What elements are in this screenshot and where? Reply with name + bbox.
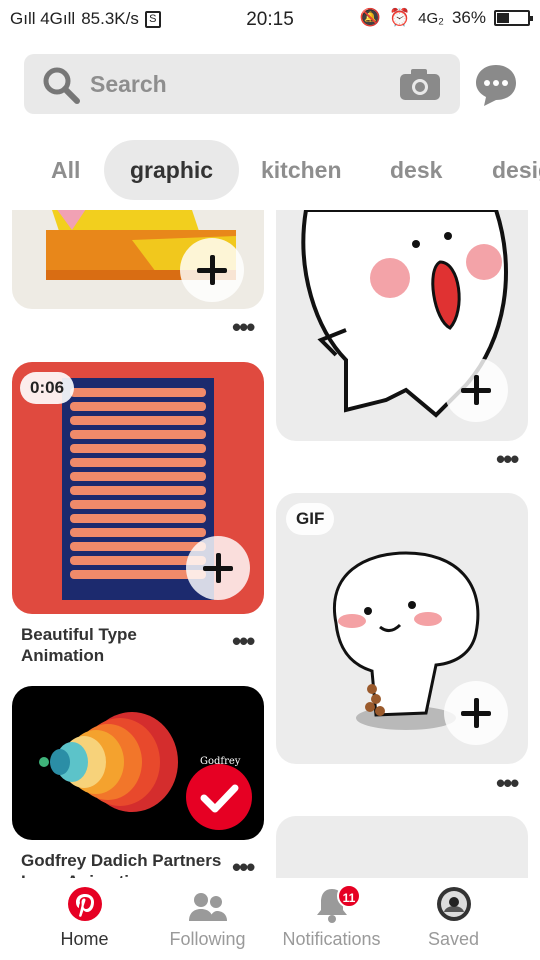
more-options-button[interactable]: ••• xyxy=(232,628,255,654)
more-options-button[interactable]: ••• xyxy=(496,446,519,472)
nav-following-label: Following xyxy=(169,929,246,949)
tab-all[interactable]: All xyxy=(51,140,80,200)
alarm-icon: ⏰ xyxy=(388,8,411,27)
add-pin-button[interactable] xyxy=(444,681,508,745)
tab-design[interactable]: desig xyxy=(492,140,540,200)
nav-saved[interactable]: Saved xyxy=(386,878,521,960)
tab-graphic[interactable]: graphic xyxy=(104,140,240,200)
pin-title[interactable]: Beautiful Type Animation xyxy=(21,624,221,666)
people-icon xyxy=(189,893,227,921)
nav-following[interactable]: Following xyxy=(140,878,275,960)
more-options-button[interactable]: ••• xyxy=(496,770,519,796)
pin-placeholder[interactable] xyxy=(276,816,528,878)
search-icon xyxy=(43,67,80,104)
nav-notifications[interactable]: Notifications xyxy=(264,878,399,960)
pinterest-logo-icon xyxy=(68,887,102,921)
status-bar: Gıll 4Gıll 85.3K/s S 20:15 🔕 ⏰ 4G₂ 36% xyxy=(0,0,540,38)
pin-sticker-gif[interactable]: GIF xyxy=(276,493,528,764)
video-duration-badge: 0:06 xyxy=(20,372,75,404)
add-pin-button[interactable] xyxy=(186,536,250,600)
camera-icon[interactable] xyxy=(398,68,442,102)
search-bar[interactable]: Search xyxy=(24,54,460,114)
pin-godfrey[interactable]: Godfrey xyxy=(12,686,264,840)
search-input[interactable]: Search xyxy=(90,71,167,98)
avatar xyxy=(437,887,471,921)
mute-icon: 🔕 xyxy=(359,8,381,27)
pin-beautiful-type[interactable]: 0:06 xyxy=(12,362,264,614)
nav-saved-label: Saved xyxy=(427,929,480,949)
bottom-nav: Home Following Notifications 11 Saved xyxy=(0,878,540,960)
category-tabs: All graphic kitchen desk desig xyxy=(0,140,540,200)
more-options-button[interactable]: ••• xyxy=(232,854,255,878)
nav-notifications-label: Notifications xyxy=(282,929,381,949)
saved-check-button[interactable] xyxy=(186,764,252,830)
notification-count-badge: 11 xyxy=(337,884,361,908)
battery-icon xyxy=(494,10,533,26)
pin-poster[interactable] xyxy=(12,210,264,309)
gif-badge: GIF xyxy=(286,503,335,535)
pin-sticker-shout[interactable] xyxy=(276,210,528,441)
tab-kitchen[interactable]: kitchen xyxy=(261,140,342,200)
add-pin-button[interactable] xyxy=(180,238,244,302)
add-pin-button[interactable] xyxy=(444,358,508,422)
more-options-button[interactable]: ••• xyxy=(232,314,255,340)
check-icon xyxy=(200,784,239,813)
messages-icon[interactable] xyxy=(474,63,518,107)
pin-title[interactable]: Godfrey Dadich Partners Logo Animation xyxy=(21,850,231,878)
nav-home[interactable]: Home xyxy=(17,878,152,960)
tab-desk[interactable]: desk xyxy=(390,140,442,200)
battery-percent: 36% xyxy=(451,8,486,27)
pin-feed: ••• 0:06 Beautiful Type Animation ••• Go… xyxy=(0,210,540,878)
nav-home-label: Home xyxy=(60,929,109,949)
network-type: 4G₂ xyxy=(418,9,444,27)
